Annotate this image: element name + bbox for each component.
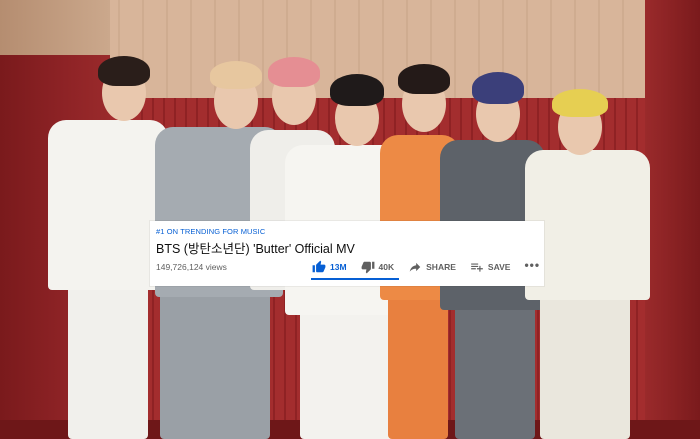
thumbs-up-icon (312, 260, 326, 273)
video-info-card: #1 ON TRENDING FOR MUSIC BTS (방탄소년단) 'Bu… (150, 221, 544, 286)
trending-label[interactable]: #1 ON TRENDING FOR MUSIC (156, 227, 265, 236)
share-label: SHARE (426, 262, 456, 272)
more-icon: ••• (524, 257, 541, 272)
wall-left-top (0, 0, 110, 55)
like-button[interactable]: 13M (312, 260, 347, 274)
dislike-count: 40K (378, 262, 395, 272)
save-playlist-icon (471, 263, 483, 272)
save-button[interactable]: SAVE (470, 260, 511, 274)
save-label: SAVE (487, 262, 511, 272)
like-ratio-fill (311, 278, 399, 280)
video-title: BTS (방탄소년단) 'Butter' Official MV (156, 242, 355, 256)
share-button[interactable]: SHARE (408, 260, 456, 274)
thumbs-down-icon (361, 261, 374, 274)
background-photo (0, 0, 700, 439)
action-bar: 13M 40K SHARE SAVE ••• (312, 258, 540, 276)
like-count: 13M (330, 262, 347, 272)
view-count: 149,726,124 views (156, 262, 227, 272)
dislike-button[interactable]: 40K (361, 260, 395, 274)
share-icon (409, 262, 421, 272)
more-actions-button[interactable]: ••• (524, 258, 540, 272)
